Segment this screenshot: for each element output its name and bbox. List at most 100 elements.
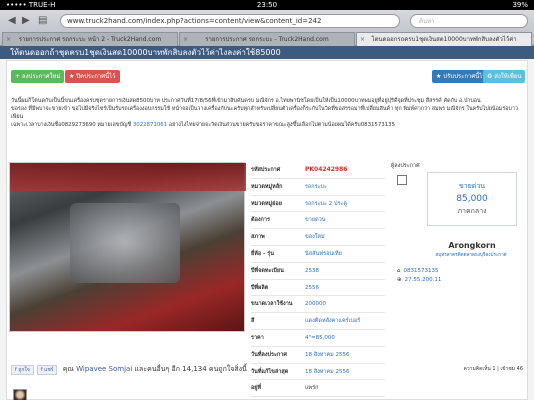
seller-checkbox[interactable] [397, 175, 407, 185]
social-text-prefix: คุณ [62, 365, 74, 373]
seller-role[interactable]: สมุทรสาครติดตลาดธงบุรีลงประกาศ [411, 252, 531, 259]
search-field[interactable]: ค้นหา [410, 14, 528, 28]
detail-value: PK04242986 [305, 166, 348, 173]
detail-row: ต้องการ ขายด่วน [251, 212, 385, 230]
detail-row: หมวดหมู่ย่อย รถกระบะ 2 ประตู [251, 196, 385, 213]
detail-value: 18 สิงหาคม 2556 [305, 368, 350, 375]
url-field[interactable]: www.truck2hand.com/index.php?actions=con… [60, 14, 400, 28]
detail-key: ยี่ห้อ - รุ่น [251, 250, 274, 257]
detail-key: หมวดหมู่ย่อย [251, 200, 282, 207]
detail-key: ปีที่ผลิต [251, 284, 269, 291]
detail-value: 18 สิงหาคม 2556 [305, 351, 350, 358]
region-label: ภาคกลาง [457, 207, 487, 215]
description-line: เฉพาะเวลาบางเงินซื่อ0829273690 หมายเลขบั… [11, 121, 523, 129]
seller-ip: ⊕ 27.55.200.11 [397, 277, 441, 283]
detail-key: หมวดหมู่หลัก [251, 183, 283, 190]
detail-value: 4"=85,000 [305, 334, 335, 341]
tab-strip: × รายการประกาศ รถกระบะ หน้า 2 - Truck2Ha… [0, 32, 534, 46]
detail-row: ปีที่ผลิต 2556 [251, 280, 385, 297]
seller-name: Arongkorn [448, 241, 496, 250]
price-box: ขายด่วน 85,000 ภาคกลาง [427, 172, 517, 226]
detail-key: วันที่แก้ไขล่าสุด [251, 368, 289, 375]
detail-key: วันที่ลงประกาศ [251, 351, 287, 358]
description-text: เฉพาะเวลาบางเงินซื่อ0829273690 หมายเลขบั… [11, 122, 132, 128]
detail-row: อยู่ที่ แพร่ก [251, 380, 385, 398]
close-tab-icon[interactable]: × [183, 33, 188, 46]
detail-row: รหัสประกาศ PK04242986 [251, 162, 385, 179]
bookmarks-icon[interactable]: ▤ [38, 15, 47, 26]
detail-value: แดงติดหลังคาแคร์เบอร์ [305, 318, 361, 325]
avatar[interactable] [13, 389, 27, 400]
phone-value: 0831573135 [403, 268, 439, 274]
forward-icon[interactable]: ▶ [22, 15, 30, 26]
detail-key: ขนาดเวลาใช้งาน [251, 301, 293, 308]
detail-value: 2538 [305, 267, 319, 274]
detail-key: ต้องการ [251, 217, 270, 224]
detail-row: สี แดงติดหลังคาแคร์เบอร์ [251, 313, 385, 330]
seller-phone[interactable]: ⌂ 0831573135 [397, 268, 439, 274]
detail-value[interactable]: รถกระบะ [305, 179, 327, 195]
tab-label: โตนดออกรถครบ1ชุดเงินสด10000บาทพักสิบลงตั… [371, 36, 517, 43]
details-table: รหัสประกาศ PK04242986 หมวดหมู่หลัก รถกระบะ… [251, 162, 385, 398]
photo-engine [70, 203, 180, 283]
close-tab-icon[interactable]: × [360, 33, 365, 46]
tab-2[interactable]: × รายการประกาศ รถกระบะ - Truck2Hand.com [179, 32, 355, 46]
facebook-social-bar: f ถูกใจ f แชร์ คุณ Wipavee Somjai และคนอื… [11, 364, 247, 376]
comment-view-counter: ความคิดเห็น 1 | เข้าชม 46 [463, 366, 523, 372]
edit-post-button[interactable]: ★ ปรับประกาศนี้ไว้ [432, 70, 490, 83]
web-page: ให้ตนดออกถ้าชุดครบ1ชุดเงินสด10000บาทพักส… [0, 46, 534, 400]
battery-label: 39% [512, 1, 528, 9]
detail-row: วันที่ลงประกาศ 18 สิงหาคม 2556 [251, 347, 385, 364]
tab-label: รายการประกาศ รถกระบะ - Truck2Hand.com [205, 36, 329, 43]
home-icon: ⌂ [397, 268, 401, 274]
detail-row: ขนาดเวลาใช้งาน 200000 [251, 296, 385, 314]
detail-key: ปีที่จดทะเบียน [251, 267, 284, 274]
sale-label: ขายด่วน [458, 182, 486, 190]
share-fb-button[interactable]: f แชร์ [36, 365, 58, 375]
detail-value: แพร่ก [305, 385, 319, 392]
vehicle-photo[interactable] [9, 162, 246, 332]
share-label: แชร์ [44, 367, 54, 373]
detail-key: สภาพ [251, 234, 265, 241]
price-value: 85,000 [456, 194, 488, 204]
page-title: ให้ตนดออกถ้าชุดครบ1ชุดเงินสด10000บาทพักส… [0, 46, 534, 59]
share-button[interactable]: ♻ ส่งให้เพื่อน [483, 70, 526, 83]
detail-value: 2556 [305, 284, 319, 291]
browser-chrome: ◀ ▶ ▤ www.truck2hand.com/index.php?actio… [0, 10, 534, 46]
new-post-button[interactable]: + ลงประกาศใหม่ [11, 70, 65, 83]
detail-value: ขายด่วน [305, 217, 326, 224]
detail-row: ปีที่จดทะเบียน 2538 [251, 263, 385, 280]
description-line: ขอรอง ที่มีพบาจะขายเข้า ขอไปมีจริงไซร์เป… [11, 106, 518, 120]
clock: 23:50 [256, 1, 278, 9]
detail-row: ราคา 4"=85,000 [251, 330, 385, 347]
detail-key: รหัสประกาศ [251, 167, 281, 173]
detail-row: ยี่ห้อ - รุ่น นิสสันฟรอนเทีย [251, 246, 385, 263]
tab-1[interactable]: × รายการประกาศ รถกระบะ หน้า 2 - Truck2Ha… [2, 32, 178, 46]
description-line: วันนี้ผมก็โตนดกับเป็นนี้ขนเครื่องครบชุดร… [11, 98, 481, 104]
account-number-link[interactable]: 3022871061 [133, 122, 167, 128]
detail-key: ราคา [251, 334, 264, 341]
social-text-suffix: และคนอื่นๆ อีก 14,134 คนถูกใจสิ่งนี้ [134, 365, 247, 373]
detail-value: ของใหม่ [305, 234, 325, 241]
back-icon[interactable]: ◀ [8, 15, 16, 26]
like-button[interactable]: f ถูกใจ [11, 365, 34, 375]
seller-header: ผู้ลงประกาศ [391, 163, 420, 169]
close-post-button[interactable]: ★ ปิดประกาศนี้ไว้ [65, 70, 120, 83]
social-user-link[interactable]: Wipavee Somjai [76, 365, 132, 373]
detail-key: สี [251, 318, 255, 325]
close-tab-icon[interactable]: × [6, 33, 11, 46]
detail-row: วันที่แก้ไขล่าสุด 18 สิงหาคม 2556 [251, 364, 385, 381]
globe-icon: ⊕ [397, 277, 402, 283]
listing-panel: + ลงประกาศใหม่ ★ ปิดประกาศนี้ไว้ ★ ปรับป… [6, 60, 528, 400]
listing-description: วันนี้ผมก็โตนดกับเป็นนี้ขนเครื่องครบชุดร… [11, 97, 523, 129]
tab-label: รายการประกาศ รถกระบะ หน้า 2 - Truck2Hand… [18, 36, 162, 43]
detail-value: นิสสันฟรอนเทีย [305, 250, 342, 257]
detail-value[interactable]: รถกระบะ 2 ประตู [305, 196, 347, 212]
detail-row: หมวดหมู่หลัก รถกระบะ [251, 179, 385, 196]
ios-status-bar: ••••• TRUE-H 23:50 39% [0, 0, 534, 10]
description-text: อย่างไงไทยจ่ายจะวิดเงินส่วนขายครับขอราคา… [168, 122, 396, 128]
detail-key: อยู่ที่ [251, 385, 262, 392]
ip-value: 27.55.200.11 [404, 277, 442, 283]
like-label: ถูกใจ [18, 367, 30, 373]
tab-3[interactable]: × โตนดออกรถครบ1ชุดเงินสด10000บาทพักสิบลง… [356, 32, 532, 46]
